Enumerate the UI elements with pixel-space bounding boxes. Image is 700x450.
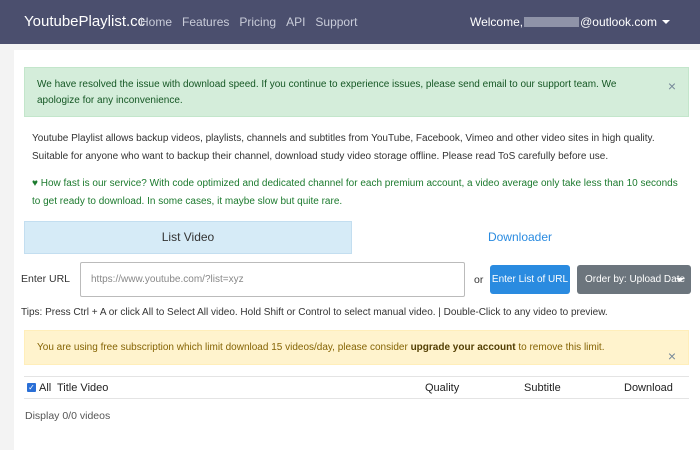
service-description: Youtube Playlist allows backup videos, p… — [32, 133, 655, 162]
url-input[interactable] — [80, 262, 465, 297]
chevron-down-icon — [662, 20, 670, 24]
select-all-checkbox[interactable]: ✓ — [27, 383, 36, 392]
nav-pricing-link[interactable]: Pricing — [239, 15, 276, 29]
nav-home-link[interactable]: Home — [140, 15, 172, 29]
success-alert: We have resolved the issue with download… — [24, 67, 689, 117]
nav-links: Home Features Pricing API Support — [140, 15, 357, 29]
video-table-header: ✓ All Title Video Quality Subtitle Downl… — [24, 376, 689, 399]
column-download: Download — [624, 382, 673, 394]
tips-text: Tips: Press Ctrl + A or click All to Sel… — [21, 307, 608, 318]
column-subtitle: Subtitle — [524, 382, 561, 394]
warning-text-before: You are using free subscription which li… — [37, 342, 408, 353]
nav-api-link[interactable]: API — [286, 15, 305, 29]
redacted-email — [524, 17, 580, 27]
nav-support-link[interactable]: Support — [315, 15, 357, 29]
order-by-label: Order by: Upload Date — [585, 274, 686, 285]
enter-list-button[interactable]: Enter List of URL — [490, 265, 570, 294]
tab-downloader[interactable]: Downloader — [352, 221, 688, 254]
user-menu[interactable]: Welcome, @outlook.com — [470, 15, 670, 29]
column-title: Title Video — [57, 382, 109, 394]
welcome-prefix: Welcome, — [469, 15, 524, 29]
close-icon[interactable]: × — [668, 78, 676, 94]
order-by-dropdown[interactable]: Order by: Upload Date — [577, 265, 691, 294]
welcome-email-domain: @outlook.com — [580, 15, 657, 29]
speed-note: ♥ How fast is our service? With code opt… — [32, 175, 682, 211]
brand-logo[interactable]: YoutubePlaylist.cc — [24, 13, 145, 30]
nav-features-link[interactable]: Features — [182, 15, 229, 29]
close-icon[interactable]: × — [668, 340, 676, 373]
top-navbar: YoutubePlaylist.cc Home Features Pricing… — [0, 0, 700, 44]
upgrade-account-link[interactable]: upgrade your account — [411, 342, 516, 353]
chevron-down-icon — [676, 278, 684, 282]
warning-alert: You are using free subscription which li… — [24, 330, 689, 365]
or-label: or — [474, 274, 484, 286]
success-alert-text: We have resolved the issue with download… — [37, 79, 617, 106]
heart-icon: ♥ — [32, 178, 38, 189]
tab-list-video[interactable]: List Video — [24, 221, 352, 254]
video-count: Display 0/0 videos — [25, 410, 111, 422]
warning-text-after: to remove this limit. — [518, 342, 605, 353]
url-label: Enter URL — [21, 273, 71, 285]
column-quality: Quality — [425, 382, 460, 394]
select-all-label[interactable]: All — [39, 382, 51, 394]
speed-note-text: How fast is our service? With code optim… — [32, 178, 678, 207]
